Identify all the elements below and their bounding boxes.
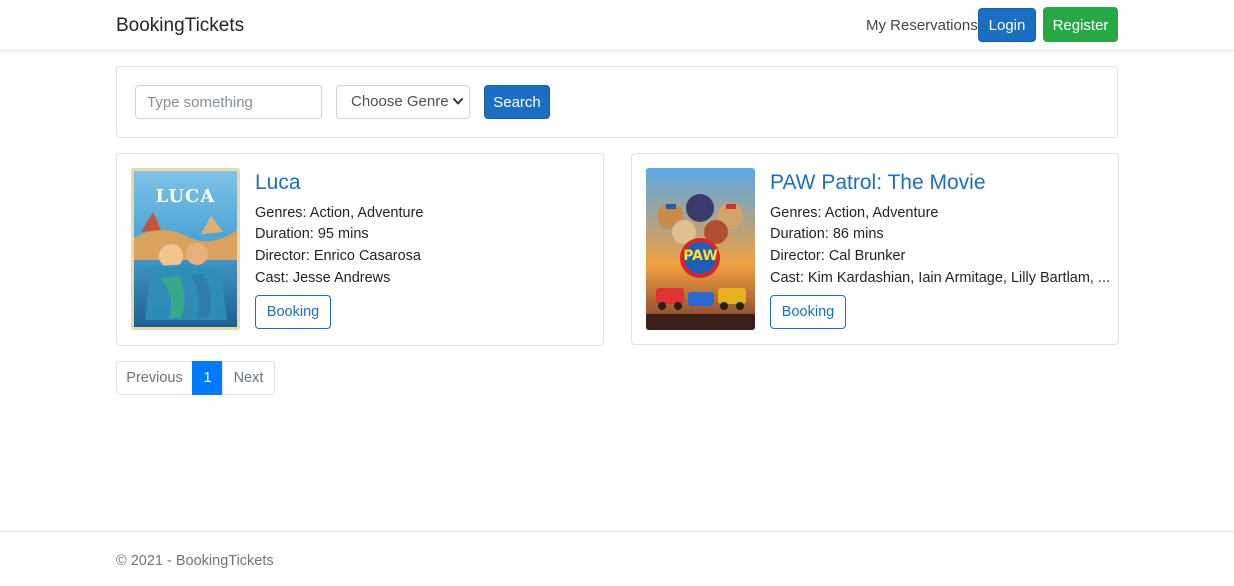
movie-director: Director: Enrico Casarosa [255,248,421,264]
movie-poster[interactable]: PAW [646,168,755,330]
movie-title-link[interactable]: Luca [255,171,301,195]
movie-title-link[interactable]: PAW Patrol: The Movie [770,171,986,195]
register-button[interactable]: Register [1043,7,1118,42]
page-number-button[interactable]: 1 [192,361,223,395]
movie-cast: Cast: Jesse Andrews [255,270,391,286]
movie-genres: Genres: Action, Adventure [255,205,424,221]
genre-select-value: Choose Genre [351,93,449,110]
movie-card: LUCA Luca Genres: Action, Adventure Dura… [116,153,604,346]
movie-genres: Genres: Action, Adventure [770,205,939,221]
footer: © 2021 - BookingTickets [0,531,1234,586]
booking-button[interactable]: Booking [770,295,846,329]
search-button[interactable]: Search [484,85,550,119]
pagination: Previous 1 Next [116,361,275,395]
booking-button[interactable]: Booking [255,295,331,329]
movie-cast: Cast: Kim Kardashian, Iain Armitage, Lil… [770,270,1111,286]
page-next-button[interactable]: Next [222,361,275,395]
login-button[interactable]: Login [978,8,1036,42]
navbar: BookingTickets My Reservations Login Reg… [0,0,1234,51]
movie-poster[interactable]: LUCA [131,168,240,330]
movie-duration: Duration: 86 mins [770,226,884,242]
search-input[interactable] [135,85,322,119]
genre-select[interactable]: Choose Genre [336,85,470,119]
page-previous-button[interactable]: Previous [116,361,193,395]
poster-title: LUCA [155,186,216,207]
movie-director: Director: Cal Brunker [770,248,906,264]
chevron-down-icon [452,86,464,130]
movie-duration: Duration: 95 mins [255,226,369,242]
footer-copyright: © 2021 - BookingTickets [116,553,274,569]
poster-title: PAW [683,248,718,264]
movie-card: PAW PAW Patrol: The Movie Genres: Action… [631,153,1119,345]
my-reservations-link[interactable]: My Reservations [866,17,978,34]
brand-link[interactable]: BookingTickets [116,15,244,37]
